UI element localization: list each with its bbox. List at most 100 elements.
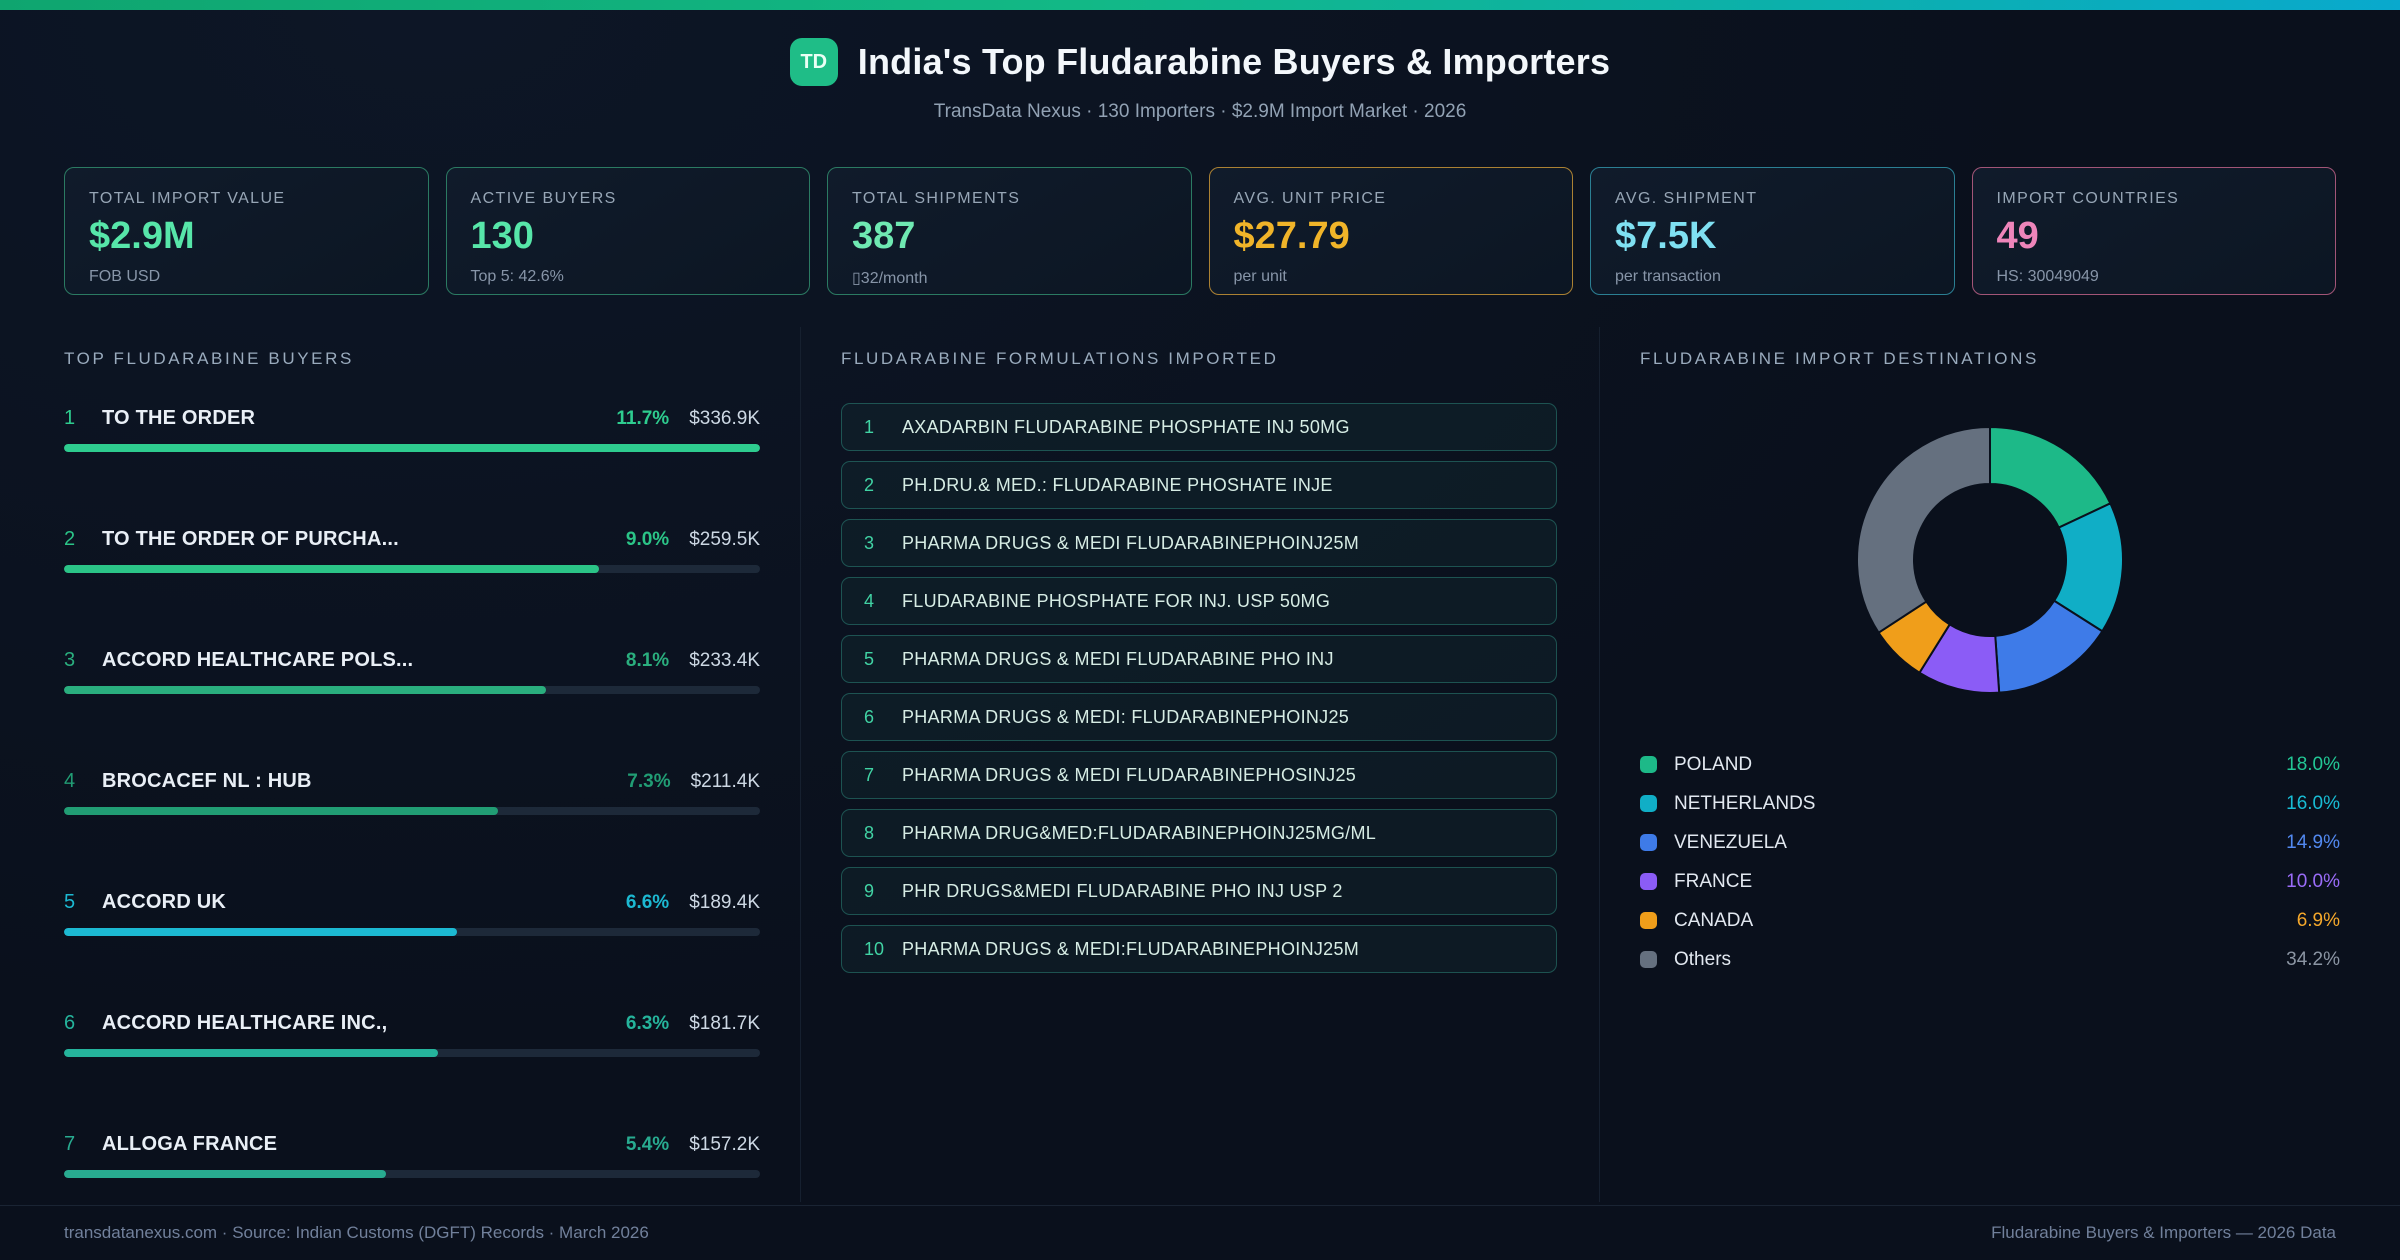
stat-card-subtext: per transaction [1615, 268, 1721, 285]
formulation-number: 9 [864, 880, 875, 901]
buyer-value: $336.9K [689, 408, 760, 429]
stat-card: IMPORT COUNTRIES 49 HS: 30049049 [1971, 167, 2336, 295]
buyer-row-line: 6 ACCORD HEALTHCARE INC., 6.3% $181.7K [64, 1012, 760, 1035]
main-content: TOP FLUDARABINE BUYERS 1 TO THE ORDER 11… [0, 327, 2400, 1202]
buyer-value: $259.5K [689, 529, 760, 550]
legend-row: FRANCE 10.0% [1640, 862, 2340, 901]
buyer-name: BROCACEF NL : HUB [102, 770, 312, 792]
destinations-panel: FLUDARABINE IMPORT DESTINATIONS POLAND 1… [1600, 327, 2400, 1202]
buyer-row[interactable]: 3 ACCORD HEALTHCARE POLS... 8.1% $233.4K [64, 649, 760, 694]
stat-card-label: TOTAL IMPORT VALUE [89, 190, 286, 207]
footer-report-label: Fludarabine Buyers & Importers — 2026 Da… [1991, 1223, 2336, 1242]
buyer-row[interactable]: 2 TO THE ORDER OF PURCHA... 9.0% $259.5K [64, 528, 760, 573]
buyer-bar-track [64, 1049, 760, 1057]
buyer-share-percent: 5.4% [625, 1134, 670, 1155]
buyer-row[interactable]: 4 BROCACEF NL : HUB 7.3% $211.4K [64, 770, 760, 815]
buyer-row[interactable]: 5 ACCORD UK 6.6% $189.4K [64, 891, 760, 936]
buyer-rank: 6 [64, 1012, 76, 1034]
buyers-panel: TOP FLUDARABINE BUYERS 1 TO THE ORDER 11… [0, 327, 800, 1202]
buyer-row[interactable]: 7 ALLOGA FRANCE 5.4% $157.2K [64, 1133, 760, 1178]
legend-percent-value: 14.9% [2286, 831, 2340, 853]
buyer-bar-fill [64, 1049, 439, 1057]
stat-card: AVG. SHIPMENT $7.5K per transaction [1590, 167, 1955, 295]
formulation-chip[interactable]: 10 PHARMA DRUGS & MEDI:FLUDARABINEPHOINJ… [841, 925, 1557, 973]
formulation-chip[interactable]: 6 PHARMA DRUGS & MEDI: FLUDARABINEPHOINJ… [841, 693, 1557, 741]
legend-country-label: VENEZUELA [1674, 831, 1787, 853]
legend-color-swatch [1640, 873, 1657, 890]
formulation-chip[interactable]: 4 FLUDARABINE PHOSPHATE FOR INJ. USP 50M… [841, 577, 1557, 625]
buyer-row-line: 7 ALLOGA FRANCE 5.4% $157.2K [64, 1133, 760, 1156]
stat-card-label: IMPORT COUNTRIES [1996, 190, 2180, 207]
legend-row: CANADA 6.9% [1640, 901, 2340, 940]
buyer-rank: 1 [64, 407, 76, 429]
formulation-name: PHARMA DRUGS & MEDI FLUDARABINEPHOSINJ25 [902, 764, 1357, 785]
stat-card: TOTAL SHIPMENTS 387 ▯32/month [827, 167, 1192, 295]
buyer-rank: 2 [64, 528, 76, 550]
formulation-number: 2 [864, 474, 875, 495]
formulation-name: PHARMA DRUGS & MEDI:FLUDARABINEPHOINJ25M [902, 938, 1360, 959]
formulation-name: PHARMA DRUGS & MEDI FLUDARABINE PHO INJ [902, 648, 1334, 669]
header: TD India's Top Fludarabine Buyers & Impo… [0, 10, 2400, 123]
buyer-name: TO THE ORDER OF PURCHA... [102, 528, 399, 550]
legend-country-label: Others [1674, 948, 1732, 970]
brand-logo: TD [789, 38, 838, 86]
stat-card-value: $2.9M [89, 215, 195, 257]
donut-slice-others [1856, 425, 1991, 635]
buyer-value: $189.4K [689, 892, 760, 913]
stat-card-value: 130 [470, 215, 534, 257]
buyer-bar-track [64, 565, 760, 573]
buyer-bar-fill [64, 928, 457, 936]
donut-chart-wrap [1640, 415, 2340, 705]
legend-row: POLAND 18.0% [1640, 745, 2340, 784]
top-accent-bar [0, 0, 2400, 10]
buyer-row[interactable]: 6 ACCORD HEALTHCARE INC., 6.3% $181.7K [64, 1012, 760, 1057]
legend-percent-value: 10.0% [2286, 870, 2340, 892]
stats-row: TOTAL IMPORT VALUE $2.9M FOB USD ACTIVE … [64, 167, 2336, 295]
legend-color-swatch [1640, 912, 1657, 929]
formulation-number: 4 [864, 590, 875, 611]
stat-card-label: AVG. SHIPMENT [1615, 190, 1758, 207]
buyer-bar-fill [64, 565, 600, 573]
formulations-section-title: FLUDARABINE FORMULATIONS IMPORTED [841, 349, 1279, 368]
buyer-name: TO THE ORDER [102, 407, 256, 429]
buyer-row-line: 3 ACCORD HEALTHCARE POLS... 8.1% $233.4K [64, 649, 760, 672]
buyer-rank: 4 [64, 770, 76, 792]
buyer-row[interactable]: 1 TO THE ORDER 11.7% $336.9K [64, 407, 760, 452]
buyer-rank: 3 [64, 649, 76, 671]
legend-percent-value: 6.9% [2296, 909, 2340, 931]
legend-color-swatch [1640, 795, 1657, 812]
buyer-bar-track [64, 1170, 760, 1178]
buyer-share-percent: 8.1% [625, 650, 670, 671]
footer-source-text: transdatanexus.com · Source: Indian Cust… [64, 1223, 649, 1242]
formulation-chip[interactable]: 2 PH.DRU.& MED.: FLUDARABINE PHOSHATE IN… [841, 461, 1557, 509]
formulation-number: 7 [864, 764, 875, 785]
formulation-chip[interactable]: 3 PHARMA DRUGS & MEDI FLUDARABINEPHOINJ2… [841, 519, 1557, 567]
legend-row: Others 34.2% [1640, 940, 2340, 979]
formulation-chip[interactable]: 1 AXADARBIN FLUDARABINE PHOSPHATE INJ 50… [841, 403, 1557, 451]
buyer-bar-track [64, 928, 760, 936]
formulation-chip[interactable]: 9 PHR DRUGS&MEDI FLUDARABINE PHO INJ USP… [841, 867, 1557, 915]
formulation-name: AXADARBIN FLUDARABINE PHOSPHATE INJ 50MG [902, 416, 1350, 437]
legend-percent-value: 16.0% [2286, 792, 2340, 814]
buyer-value: $157.2K [689, 1134, 760, 1155]
formulation-chip[interactable]: 8 PHARMA DRUG&MED:FLUDARABINEPHOINJ25MG/… [841, 809, 1557, 857]
buyer-row-line: 2 TO THE ORDER OF PURCHA... 9.0% $259.5K [64, 528, 760, 551]
legend-row: VENEZUELA 14.9% [1640, 823, 2340, 862]
stat-card-label: TOTAL SHIPMENTS [852, 190, 1021, 207]
stat-card-label: ACTIVE BUYERS [470, 190, 617, 207]
formulation-chip[interactable]: 7 PHARMA DRUGS & MEDI FLUDARABINEPHOSINJ… [841, 751, 1557, 799]
buyer-bar-fill [64, 807, 499, 815]
stat-card: AVG. UNIT PRICE $27.79 per unit [1208, 167, 1573, 295]
buyer-bar-fill [64, 444, 760, 452]
buyer-bar-fill [64, 1170, 386, 1178]
buyer-row-line: 1 TO THE ORDER 11.7% $336.9K [64, 407, 760, 430]
formulation-name: PHARMA DRUG&MED:FLUDARABINEPHOINJ25MG/ML [902, 822, 1377, 843]
formulation-number: 1 [864, 416, 875, 437]
formulation-number: 8 [864, 822, 875, 843]
stat-card-label: AVG. UNIT PRICE [1233, 190, 1387, 207]
buyer-name: ACCORD UK [102, 891, 227, 913]
formulation-chip[interactable]: 5 PHARMA DRUGS & MEDI FLUDARABINE PHO IN… [841, 635, 1557, 683]
buyer-rank: 7 [64, 1133, 76, 1155]
stat-card-subtext: FOB USD [89, 268, 161, 285]
stat-card: ACTIVE BUYERS 130 Top 5: 42.6% [445, 167, 810, 295]
